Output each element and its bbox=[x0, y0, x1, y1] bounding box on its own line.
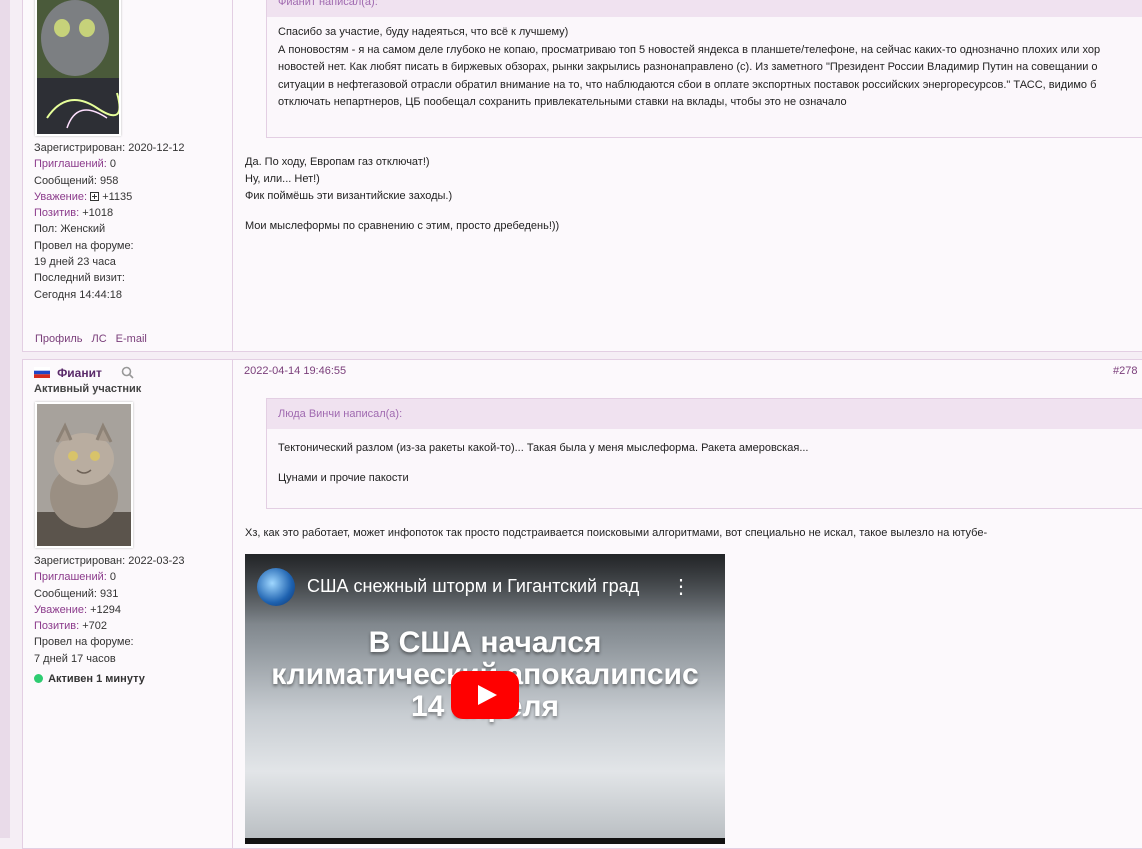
message-line: Ну, или... Нет!) bbox=[245, 173, 320, 185]
post-content: Фианит написал(а): Спасибо за участие, б… bbox=[234, 0, 1142, 351]
quote-line: А поновостям - я на самом деле глубоко н… bbox=[278, 43, 1101, 56]
positive-label[interactable]: Позитив: bbox=[34, 620, 79, 632]
registered-date: Зарегистрирован: 2022-03-23 bbox=[34, 555, 185, 567]
registered-date: Зарегистрирован: 2020-12-12 bbox=[34, 142, 185, 154]
quote-line: Спасибо за участие, буду надеяться, что … bbox=[278, 26, 569, 38]
forum-post: Фианит Активный участник Зарегистрирован… bbox=[22, 359, 1142, 849]
respect-plus-icon[interactable] bbox=[90, 191, 100, 201]
search-icon[interactable] bbox=[121, 366, 134, 379]
video-progress-bar[interactable] bbox=[245, 838, 725, 844]
user-stats: Зарегистрирован: 2022-03-23 Приглашений:… bbox=[34, 553, 184, 667]
message-line: Да. По ходу, Европам газ отключат!) bbox=[245, 156, 430, 168]
video-title[interactable]: США снежный шторм и Гигантский град bbox=[307, 576, 639, 597]
quote-text: Тектонический разлом (из-за ракеты какой… bbox=[267, 429, 1142, 487]
username[interactable]: Фианит bbox=[57, 366, 102, 380]
email-link[interactable]: E-mail bbox=[116, 333, 147, 345]
invited-label[interactable]: Приглашений: bbox=[34, 158, 107, 170]
quote-author: Люда Винчи написал(а): bbox=[267, 399, 1142, 429]
post-number[interactable]: #278 bbox=[1113, 365, 1137, 377]
quote-line: Цунами и прочие пакости bbox=[278, 471, 409, 484]
play-icon[interactable] bbox=[451, 671, 519, 719]
private-message-link[interactable]: ЛС bbox=[92, 333, 107, 345]
post-message: Да. По ходу, Европам газ отключат!) Ну, … bbox=[245, 154, 559, 235]
user-avatar[interactable] bbox=[35, 0, 121, 136]
flag-icon bbox=[34, 367, 50, 378]
invited-value: 0 bbox=[106, 158, 117, 171]
post-date[interactable]: 2022-04-14 19:46:55 bbox=[244, 365, 346, 377]
channel-globe-icon[interactable] bbox=[257, 568, 295, 606]
post-content: 2022-04-14 19:46:55 #278 Люда Винчи напи… bbox=[234, 360, 1142, 848]
message-line: Мои мыслеформы по сравнению с этим, прос… bbox=[245, 220, 560, 232]
user-avatar[interactable] bbox=[35, 402, 133, 548]
forum-time-label: Провел на форуме: bbox=[34, 636, 134, 649]
respect-value: +1294 bbox=[87, 603, 122, 616]
post-count: Сообщений: 931 bbox=[34, 587, 119, 600]
quote-line: новостей нет. Как любят писать в биржевы… bbox=[278, 61, 1098, 73]
forum-time-value: 7 дней 17 часов bbox=[34, 652, 116, 665]
respect-label[interactable]: Уважение: bbox=[34, 191, 87, 203]
video-thumbnail-text: В США начался bbox=[368, 626, 602, 659]
quote-author: Фианит написал(а): bbox=[267, 0, 1142, 17]
forum-time-label: Провел на форуме: bbox=[34, 239, 134, 252]
online-dot-icon bbox=[34, 674, 43, 683]
respect-label[interactable]: Уважение: bbox=[34, 604, 87, 616]
positive-value: +1018 bbox=[79, 207, 114, 220]
invited-value: 0 bbox=[106, 571, 117, 584]
invited-label[interactable]: Приглашений: bbox=[34, 571, 107, 583]
positive-value: +702 bbox=[79, 620, 108, 633]
youtube-video-embed[interactable]: США снежный шторм и Гигантский град ⋮ В … bbox=[245, 554, 725, 844]
more-vertical-icon[interactable]: ⋮ bbox=[671, 574, 691, 599]
online-status-text: Активен 1 минуту bbox=[48, 673, 145, 685]
post-author-header: Фианит bbox=[34, 366, 134, 380]
last-visit-label: Последний визит: bbox=[34, 272, 125, 285]
positive-label[interactable]: Позитив: bbox=[34, 207, 79, 219]
online-status: Активен 1 минуту bbox=[34, 673, 145, 685]
user-stats: Зарегистрирован: 2020-12-12 Приглашений:… bbox=[34, 140, 184, 303]
quote-line: Тектонический разлом (из-за ракеты какой… bbox=[278, 442, 809, 454]
page-left-bar bbox=[0, 0, 10, 838]
profile-link[interactable]: Профиль bbox=[35, 333, 83, 345]
gender: Пол: Женский bbox=[34, 223, 106, 236]
quote-text: Спасибо за участие, буду надеяться, что … bbox=[267, 17, 1142, 112]
post-message: Хз, как это работает, может инфопоток та… bbox=[245, 527, 988, 539]
forum-post: Зарегистрирован: 2020-12-12 Приглашений:… bbox=[22, 0, 1142, 352]
last-visit-value: Сегодня 14:44:18 bbox=[34, 288, 123, 301]
user-rank: Активный участник bbox=[34, 383, 142, 395]
message-line: Фик поймёшь эти византийские заходы.) bbox=[245, 190, 453, 202]
post-author-panel: Фианит Активный участник Зарегистрирован… bbox=[23, 360, 233, 848]
post-count: Сообщений: 958 bbox=[34, 174, 119, 187]
user-links: Профиль ЛС E-mail bbox=[35, 333, 156, 345]
quote-block: Люда Винчи написал(а): Тектонический раз… bbox=[266, 398, 1142, 509]
respect-value: +1135 bbox=[99, 190, 133, 203]
quote-block: Фианит написал(а): Спасибо за участие, б… bbox=[266, 0, 1142, 138]
quote-line: ситуации в нефтегазовой отрасли обратил … bbox=[278, 78, 1097, 91]
quote-line: отключать непартнеров, ЦБ пообещал сохра… bbox=[278, 96, 847, 108]
forum-time-value: 19 дней 23 часа bbox=[34, 256, 116, 269]
post-author-panel: Зарегистрирован: 2020-12-12 Приглашений:… bbox=[23, 0, 233, 351]
